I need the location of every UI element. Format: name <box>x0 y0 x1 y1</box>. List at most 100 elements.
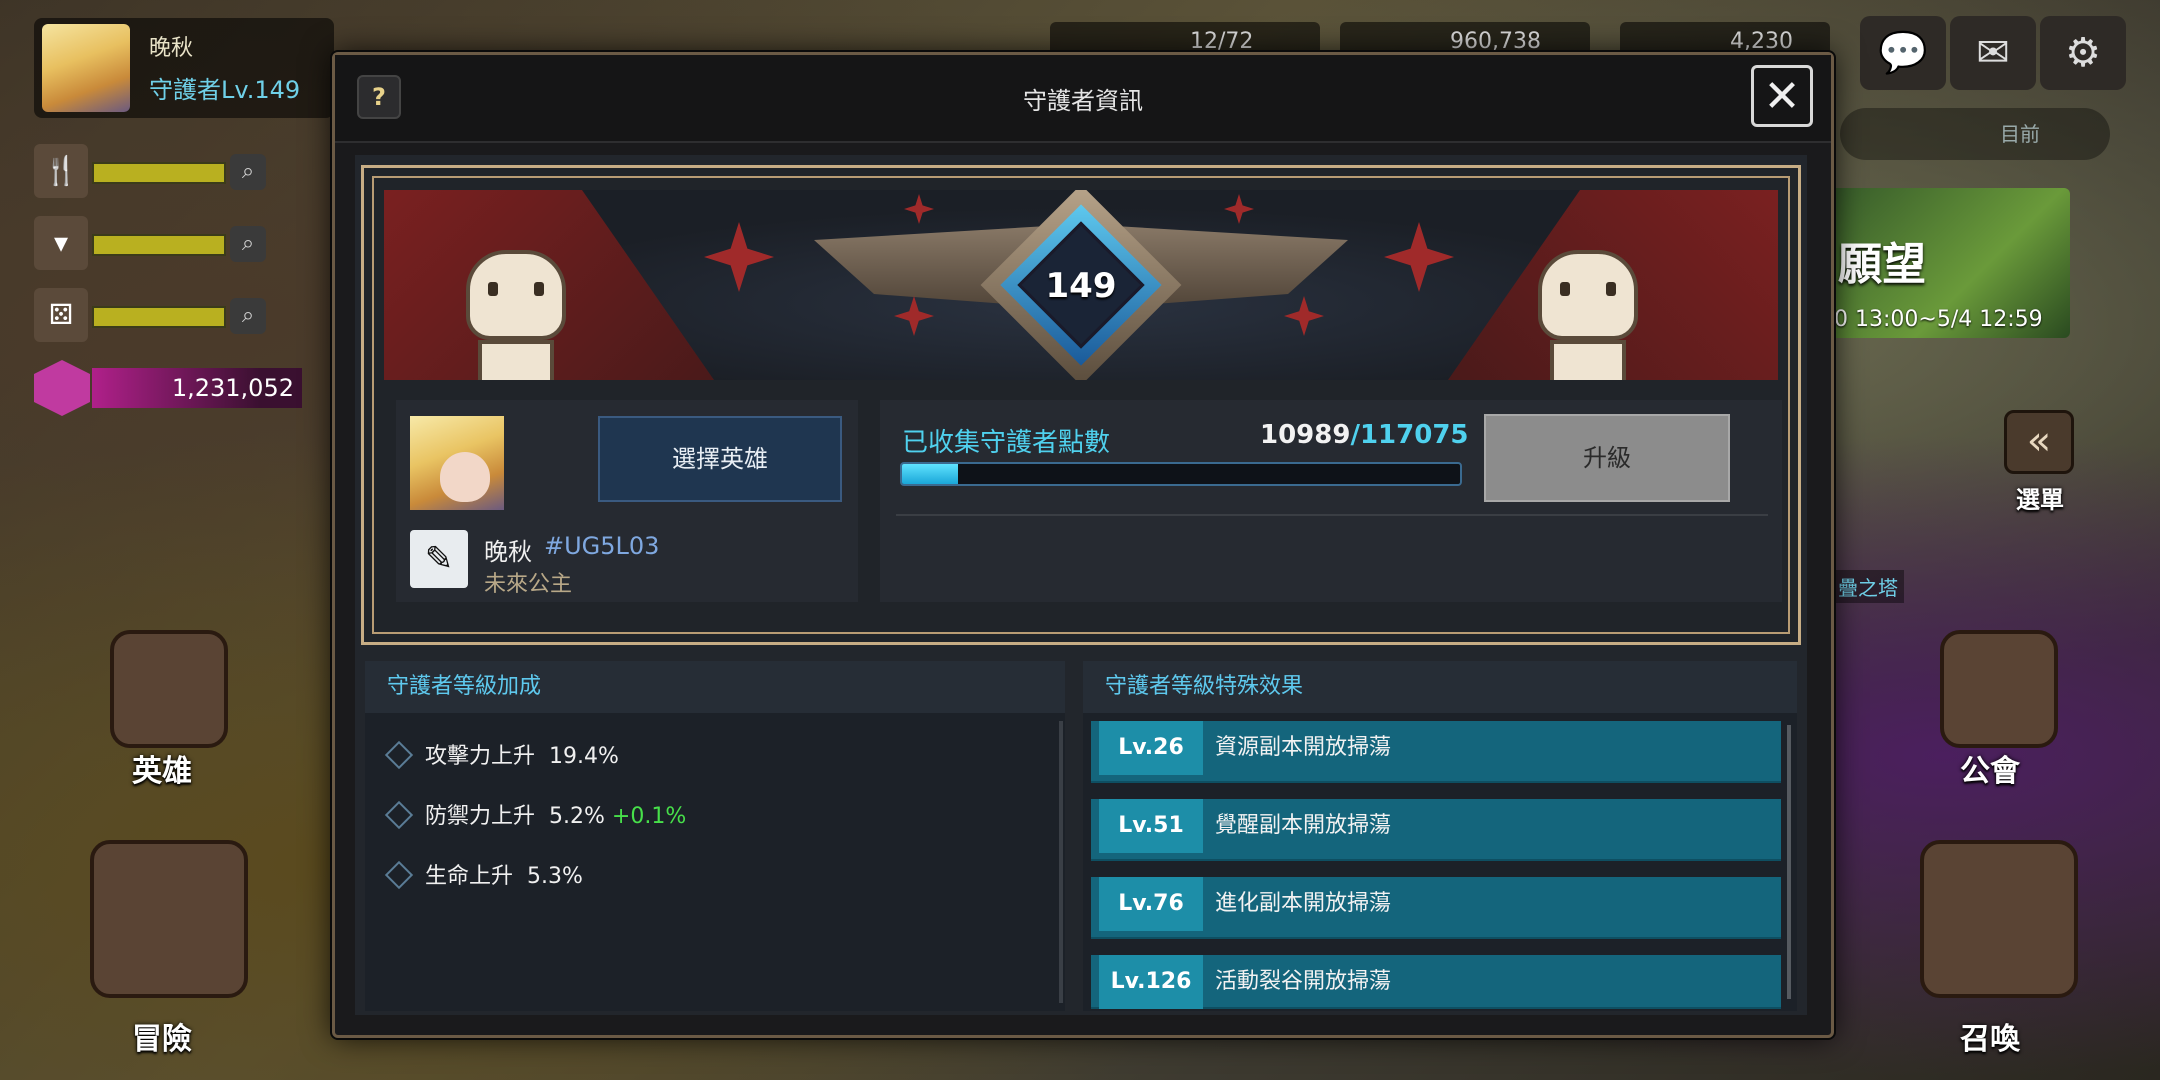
star-decoration-icon <box>704 222 774 292</box>
guardian-banner-frame: 149 選擇英雄 ✎ 晚秋 #UG5L03 未來公主 已收集守護者點數 1098… <box>361 165 1801 645</box>
stamina-fill <box>92 162 226 184</box>
effect-row: Lv.26 資源副本開放掃蕩 <box>1091 721 1781 783</box>
goal-pill[interactable]: 目前 <box>1840 108 2110 160</box>
pencil-icon: ✎ <box>424 539 454 579</box>
effect-level: Lv.126 <box>1099 955 1203 1009</box>
bonus-item: 防禦力上升 5.2% +0.1% <box>384 797 687 837</box>
dice-stamina-bar: ⚄ ⌕ <box>34 288 270 344</box>
summon-icon[interactable] <box>1920 840 2078 998</box>
search-icon[interactable]: ⌕ <box>230 226 266 262</box>
guild-icon[interactable] <box>1940 630 2058 748</box>
mascot-body <box>1550 340 1626 380</box>
edit-name-button[interactable]: ✎ <box>410 530 468 588</box>
dice-icon: ⚄ <box>34 288 88 342</box>
select-hero-button[interactable]: 選擇英雄 <box>598 416 842 502</box>
star-decoration-icon <box>1384 222 1454 292</box>
fork-knife-icon: 🍴 <box>34 144 88 198</box>
divider <box>896 514 1768 516</box>
effect-level: Lv.26 <box>1099 721 1203 775</box>
bonus-label: 防禦力上升 <box>425 804 536 829</box>
resource-stamina-value: 12/72 <box>1190 29 1254 54</box>
effect-row: Lv.51 覺醒副本開放掃蕩 <box>1091 799 1781 861</box>
close-button[interactable]: ✕ <box>1751 65 1813 127</box>
gem-amount: 1,231,052 <box>92 368 302 408</box>
search-icon[interactable]: ⌕ <box>230 298 266 334</box>
settings-button[interactable]: ⚙ <box>2040 16 2126 90</box>
player-level: 守護者Lv.149 <box>149 76 301 104</box>
diamond-bullet-icon <box>384 800 414 830</box>
event-title: 願望 <box>1838 239 1926 290</box>
guardian-title: 未來公主 <box>484 572 573 597</box>
points-label: 已收集守護者點數 <box>902 428 1111 458</box>
mail-button[interactable]: ✉ <box>1950 16 2036 90</box>
dialog-body: 149 選擇英雄 ✎ 晚秋 #UG5L03 未來公主 已收集守護者點數 1098… <box>355 155 1807 1015</box>
effect-level: Lv.51 <box>1099 799 1203 853</box>
level-bonus-title: 守護者等級加成 <box>365 661 1065 713</box>
effect-text: 活動裂谷開放掃蕩 <box>1215 969 1392 994</box>
chat-button[interactable]: 💬 <box>1860 16 1946 90</box>
gem-counter[interactable]: 1,231,052 <box>34 358 302 418</box>
diamond-bullet-icon <box>384 860 414 890</box>
mascot-body <box>478 340 554 380</box>
bonus-value: 5.2% <box>549 804 605 829</box>
guardian-info-dialog: ? 守護者資訊 ✕ 149 選擇英雄 ✎ 晚秋 #UG5L03 未來公主 已收集… <box>332 52 1834 1038</box>
cup-icon: ▾ <box>34 216 88 270</box>
effect-text: 進化副本開放掃蕩 <box>1215 891 1392 916</box>
bonus-label: 生命上升 <box>425 864 514 889</box>
guardian-crest-banner: 149 <box>384 190 1778 380</box>
bonus-label: 攻擊力上升 <box>425 744 536 769</box>
star-decoration-icon <box>1224 194 1254 224</box>
points-progress-fill <box>902 464 958 484</box>
star-decoration-icon <box>1284 296 1324 336</box>
guild-label: 公會 <box>1960 754 2020 789</box>
guardian-level-badge: 149 <box>980 190 1182 380</box>
stamina-fill <box>92 234 226 256</box>
star-decoration-icon <box>904 194 934 224</box>
points-value: 10989/117075 <box>1260 420 1469 450</box>
event-dates: 0 13:00~5/4 12:59 <box>1834 307 2043 332</box>
resource-diamond-value: 4,230 <box>1730 29 1793 54</box>
guardian-level: 149 <box>1045 266 1117 306</box>
guardian-profile-card: 選擇英雄 ✎ 晚秋 #UG5L03 未來公主 <box>396 400 858 602</box>
hero-icon[interactable] <box>110 630 228 748</box>
dialog-header: ? 守護者資訊 ✕ <box>335 55 1831 143</box>
search-icon[interactable]: ⌕ <box>230 154 266 190</box>
effect-text: 資源副本開放掃蕩 <box>1215 735 1392 760</box>
points-total: /117075 <box>1350 420 1469 450</box>
guardian-tag: #UG5L03 <box>544 532 660 560</box>
player-avatar <box>42 24 130 112</box>
gem-icon <box>34 360 90 416</box>
hero-portrait[interactable] <box>410 416 504 510</box>
double-chevron-left-icon: « <box>2026 418 2052 464</box>
summon-label: 召喚 <box>1960 1022 2020 1057</box>
guardian-mascot-left <box>456 230 576 380</box>
event-banner[interactable]: 願望 0 13:00~5/4 12:59 <box>1830 188 2070 338</box>
player-profile[interactable]: 晚秋 守護者Lv.149 <box>34 18 334 118</box>
menu-toggle-button[interactable]: « <box>2004 410 2074 474</box>
food-stamina-bar: 🍴 ⌕ <box>34 144 270 200</box>
guardian-mascot-right <box>1528 230 1648 380</box>
bonus-item: 生命上升 5.3% <box>384 857 583 897</box>
upgrade-button[interactable]: 升級 <box>1484 414 1730 502</box>
chat-bubble-icon: 💬 <box>1878 30 1928 76</box>
points-progress-bar <box>900 462 1462 486</box>
bonus-increase: +0.1% <box>611 804 687 829</box>
tower-label: 疊之塔 <box>1832 570 1904 603</box>
gear-icon: ⚙ <box>2065 30 2101 76</box>
special-effects-panel: 守護者等級特殊效果 Lv.26 資源副本開放掃蕩 Lv.51 覺醒副本開放掃蕩 … <box>1083 661 1797 1011</box>
bonus-item: 攻擊力上升 19.4% <box>384 737 619 777</box>
effect-row: Lv.126 活動裂谷開放掃蕩 <box>1091 955 1781 1009</box>
mascot-eyes <box>488 282 544 296</box>
bonus-value: 19.4% <box>549 744 619 769</box>
scrollbar[interactable] <box>1787 725 1791 999</box>
star-decoration-icon <box>894 296 934 336</box>
effect-text: 覺醒副本開放掃蕩 <box>1215 813 1392 838</box>
drink-stamina-bar: ▾ ⌕ <box>34 216 270 272</box>
close-icon: ✕ <box>1763 71 1801 122</box>
scrollbar[interactable] <box>1059 721 1063 1003</box>
adventure-icon[interactable] <box>90 840 248 998</box>
points-current: 10989 <box>1260 420 1351 450</box>
stamina-fill <box>92 306 226 328</box>
menu-label: 選單 <box>2016 486 2064 514</box>
guardian-name: 晚秋 <box>484 538 532 566</box>
